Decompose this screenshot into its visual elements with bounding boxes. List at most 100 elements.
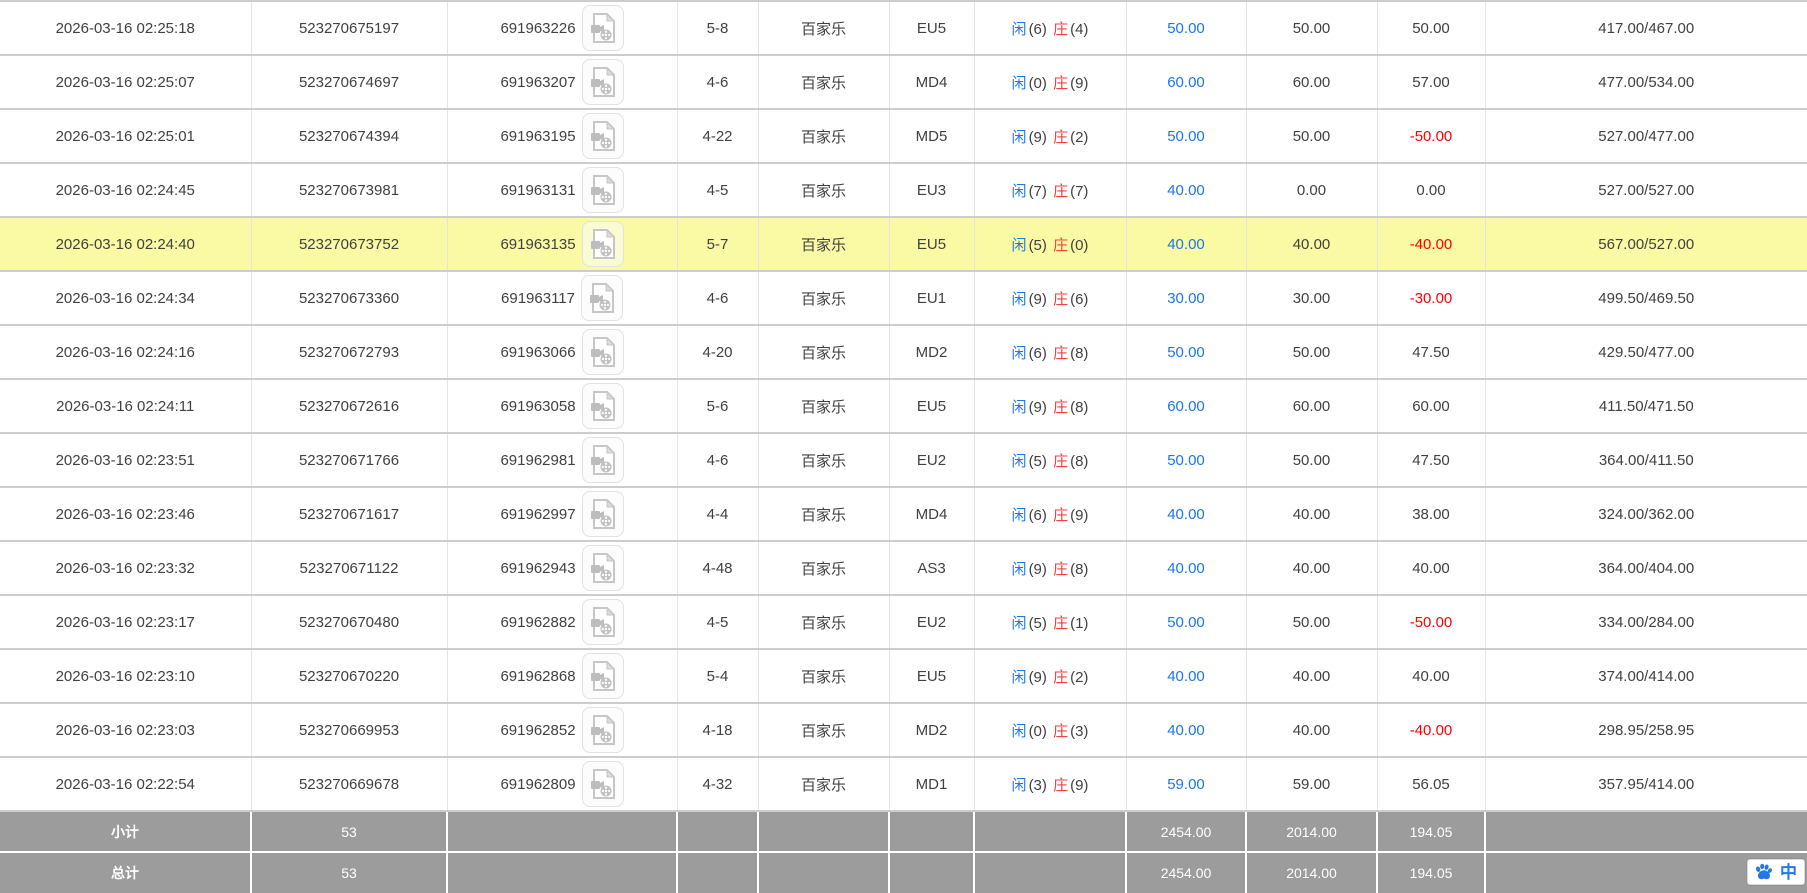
game-number-text: 691963135 [500, 235, 576, 253]
cell-game-type: 百家乐 [758, 757, 890, 812]
cell-balance: 567.00/527.00 [1485, 217, 1807, 272]
cell-win-loss: -40.00 [1377, 703, 1486, 758]
subtotal-bet: 2454.00 [1126, 811, 1247, 852]
cell-bet-amount[interactable]: 40.00 [1126, 487, 1247, 542]
cell-valid-bet: 50.00 [1246, 595, 1378, 650]
video-replay-button[interactable] [581, 491, 624, 537]
player-score: (5) [1028, 614, 1047, 632]
video-replay-button[interactable] [581, 167, 624, 213]
cell-bet-amount[interactable]: 60.00 [1126, 55, 1247, 110]
cell-game-type: 百家乐 [758, 433, 890, 488]
table-row[interactable]: 2026-03-16 02:25:07 523270674697 6919632… [0, 55, 1807, 110]
cell-bet-amount[interactable]: 50.00 [1126, 1, 1247, 56]
table-row[interactable]: 2026-03-16 02:23:03 523270669953 6919628… [0, 703, 1807, 758]
player-label: 闲 [1011, 452, 1027, 470]
cell-bet-amount[interactable]: 50.00 [1126, 109, 1247, 164]
table-row[interactable]: 2026-03-16 02:25:18 523270675197 6919632… [0, 1, 1807, 56]
game-number-text: 691963226 [500, 19, 576, 37]
player-score: (6) [1028, 344, 1047, 362]
table-row[interactable]: 2026-03-16 02:23:46 523270671617 6919629… [0, 487, 1807, 542]
player-label: 闲 [1011, 560, 1027, 578]
cell-win-loss: 47.50 [1377, 325, 1486, 380]
table-row[interactable]: 2026-03-16 02:24:11 523270672616 6919630… [0, 379, 1807, 434]
video-replay-button[interactable] [581, 707, 624, 753]
video-file-icon [590, 228, 615, 259]
video-replay-button[interactable] [581, 383, 624, 429]
video-replay-button[interactable] [581, 5, 624, 51]
table-row[interactable]: 2026-03-16 02:25:01 523270674394 6919631… [0, 109, 1807, 164]
subtotal-empty-table [889, 811, 975, 852]
video-replay-button[interactable] [581, 113, 624, 159]
banker-label: 庄 [1053, 20, 1069, 38]
cell-valid-bet: 40.00 [1246, 541, 1378, 596]
cell-game-type: 百家乐 [758, 109, 890, 164]
player-label: 闲 [1011, 776, 1027, 794]
cell-game-number: 691963135 [447, 217, 678, 272]
cell-game-number: 691962943 [447, 541, 678, 596]
cell-game-result: 闲 (9) 庄 (8) [974, 379, 1127, 434]
table-row[interactable]: 2026-03-16 02:23:32 523270671122 6919629… [0, 541, 1807, 596]
cell-bet-amount[interactable]: 50.00 [1126, 595, 1247, 650]
cell-balance: 357.95/414.00 [1485, 757, 1807, 812]
cell-order-number: 523270671617 [251, 487, 448, 542]
video-replay-button[interactable] [581, 761, 624, 807]
cell-game-number: 691963117 [447, 271, 678, 326]
cell-game-type: 百家乐 [758, 541, 890, 596]
banker-score: (4) [1070, 20, 1089, 38]
cell-win-loss: -40.00 [1377, 217, 1486, 272]
cell-balance: 417.00/467.00 [1485, 1, 1807, 56]
video-file-icon [590, 552, 615, 583]
cell-bet-amount[interactable]: 60.00 [1126, 379, 1247, 434]
table-row[interactable]: 2026-03-16 02:23:51 523270671766 6919629… [0, 433, 1807, 488]
translate-widget[interactable]: 中 [1747, 859, 1805, 885]
cell-game-number: 691962882 [447, 595, 678, 650]
table-row[interactable]: 2026-03-16 02:24:45 523270673981 6919631… [0, 163, 1807, 218]
cell-bet-amount[interactable]: 50.00 [1126, 325, 1247, 380]
video-file-icon [590, 390, 615, 421]
cell-balance: 499.50/469.50 [1485, 271, 1807, 326]
cell-bet-amount[interactable]: 40.00 [1126, 649, 1247, 704]
video-replay-button[interactable] [581, 545, 624, 591]
table-row[interactable]: 2026-03-16 02:23:17 523270670480 6919628… [0, 595, 1807, 650]
video-replay-button[interactable] [581, 59, 624, 105]
cell-game-number: 691962809 [447, 757, 678, 812]
cell-table-seat: 4-5 [677, 595, 759, 650]
cell-table-code: EU2 [889, 595, 975, 650]
cell-game-type: 百家乐 [758, 487, 890, 542]
banker-score: (1) [1070, 614, 1089, 632]
game-number-text: 691962997 [500, 505, 576, 523]
cell-bet-amount[interactable]: 40.00 [1126, 163, 1247, 218]
cell-game-result: 闲 (9) 庄 (2) [974, 109, 1127, 164]
video-file-icon [590, 120, 615, 151]
cell-balance: 527.00/477.00 [1485, 109, 1807, 164]
video-replay-button[interactable] [580, 275, 623, 321]
cell-bet-amount[interactable]: 59.00 [1126, 757, 1247, 812]
video-replay-button[interactable] [581, 221, 624, 267]
subtotal-empty-result [974, 811, 1127, 852]
table-row[interactable]: 2026-03-16 02:24:34 523270673360 6919631… [0, 271, 1807, 326]
video-replay-button[interactable] [581, 599, 624, 645]
cell-bet-amount[interactable]: 30.00 [1126, 271, 1247, 326]
video-replay-button[interactable] [581, 653, 624, 699]
table-row[interactable]: 2026-03-16 02:24:40 523270673752 6919631… [0, 217, 1807, 272]
banker-score: (8) [1070, 344, 1089, 362]
table-row[interactable]: 2026-03-16 02:22:54 523270669678 6919628… [0, 757, 1807, 812]
cell-order-number: 523270669678 [251, 757, 448, 812]
video-replay-button[interactable] [581, 329, 624, 375]
cell-bet-amount[interactable]: 50.00 [1126, 433, 1247, 488]
cell-game-result: 闲 (6) 庄 (4) [974, 1, 1127, 56]
cell-win-loss: -50.00 [1377, 595, 1486, 650]
cell-bet-amount[interactable]: 40.00 [1126, 541, 1247, 596]
cell-game-result: 闲 (9) 庄 (8) [974, 541, 1127, 596]
cell-order-number: 523270669953 [251, 703, 448, 758]
cell-valid-bet: 50.00 [1246, 433, 1378, 488]
cell-bet-amount[interactable]: 40.00 [1126, 703, 1247, 758]
cell-bet-amount[interactable]: 40.00 [1126, 217, 1247, 272]
banker-label: 庄 [1053, 128, 1069, 146]
video-replay-button[interactable] [581, 437, 624, 483]
cell-table-seat: 4-5 [677, 163, 759, 218]
game-number-text: 691962809 [500, 775, 576, 793]
table-row[interactable]: 2026-03-16 02:24:16 523270672793 6919630… [0, 325, 1807, 380]
table-row[interactable]: 2026-03-16 02:23:10 523270670220 6919628… [0, 649, 1807, 704]
cell-game-number: 691962997 [447, 487, 678, 542]
